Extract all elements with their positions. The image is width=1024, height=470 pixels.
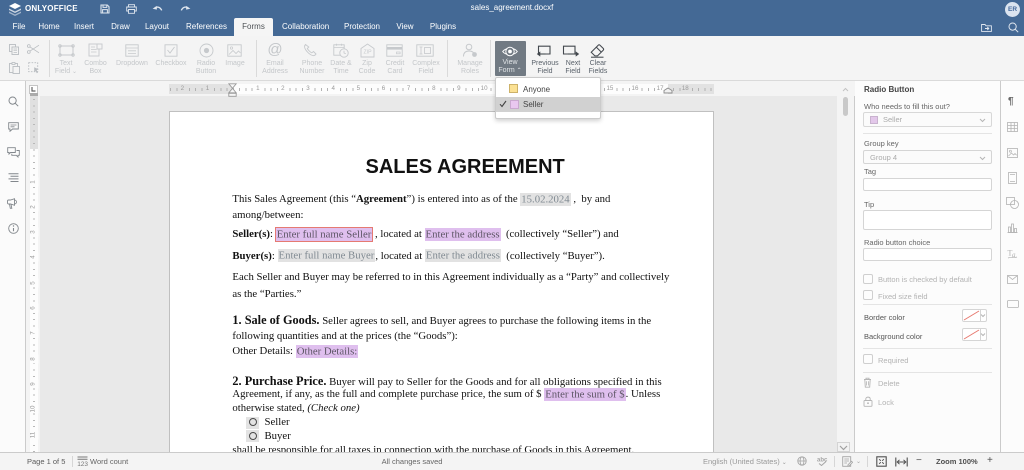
svg-text:123: 123 bbox=[77, 461, 88, 467]
svg-text:ZIP: ZIP bbox=[363, 50, 372, 56]
svg-text:abc: abc bbox=[817, 458, 828, 464]
